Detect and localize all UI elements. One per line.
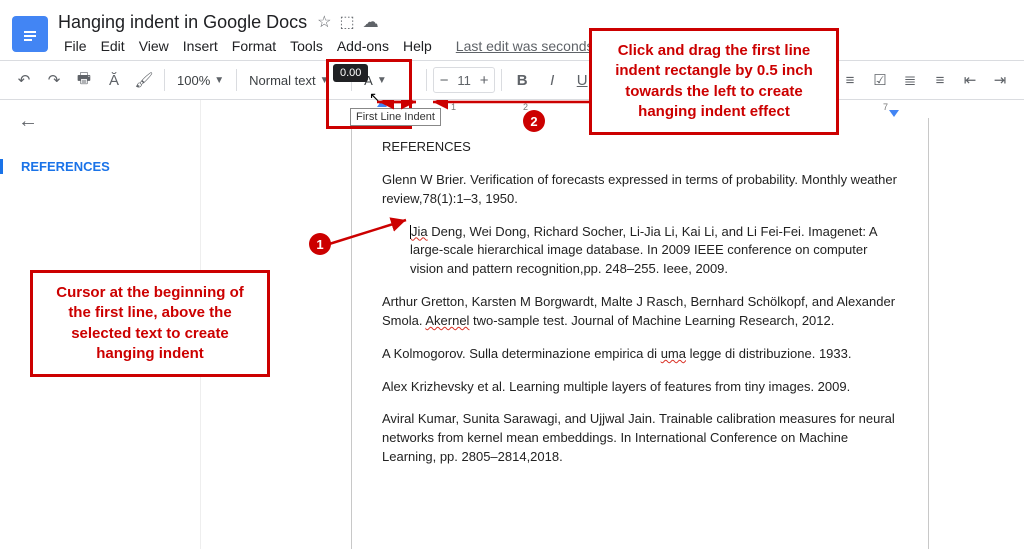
mouse-cursor-icon: ↖: [369, 89, 381, 106]
checklist-button[interactable]: ☑: [866, 66, 894, 94]
menu-bar: File Edit View Insert Format Tools Add-o…: [58, 35, 627, 57]
bulleted-list-button[interactable]: ≣: [896, 66, 924, 94]
annotation-callout-2: Click and drag the first line indent rec…: [589, 28, 839, 135]
print-button[interactable]: 🖶: [70, 66, 98, 94]
menu-file[interactable]: File: [58, 35, 93, 57]
undo-button[interactable]: ↶: [10, 66, 38, 94]
menu-edit[interactable]: Edit: [95, 35, 131, 57]
cloud-icon[interactable]: ☁: [363, 12, 379, 32]
reference-entry: Alex Krizhevsky et al. Learning multiple…: [382, 378, 902, 397]
reference-entry: Arthur Gretton, Karsten M Borgwardt, Mal…: [382, 293, 902, 331]
line-spacing-button[interactable]: ≡: [836, 66, 864, 94]
outline-item-references[interactable]: REFERENCES: [0, 159, 200, 174]
numbered-list-button[interactable]: ≡: [926, 66, 954, 94]
italic-button[interactable]: I: [538, 66, 566, 94]
first-line-indent-tooltip: First Line Indent: [350, 108, 441, 126]
font-size-decrease-button[interactable]: −: [434, 66, 454, 94]
menu-help[interactable]: Help: [397, 35, 438, 57]
menu-format[interactable]: Format: [226, 35, 282, 57]
menu-view[interactable]: View: [133, 35, 175, 57]
increase-indent-button[interactable]: ⇥: [986, 66, 1014, 94]
outline-back-button[interactable]: ←: [18, 110, 200, 133]
toolbar: ↶ ↷ 🖶 Ӑ 🖌 100%▼ Normal text▼ A▼ − 11 + B…: [0, 60, 1024, 100]
annotation-callout-1: Cursor at the beginning of the first lin…: [30, 270, 270, 377]
ruler-mark-1: 1: [451, 102, 456, 112]
reference-entry: A Kolmogorov. Sulla determinazione empir…: [382, 345, 902, 364]
reference-entry: Aviral Kumar, Sunita Sarawagi, and Ujjwa…: [382, 410, 902, 467]
reference-entry: Glenn W Brier. Verification of forecasts…: [382, 171, 902, 209]
zoom-dropdown[interactable]: 100%▼: [171, 66, 230, 94]
docs-logo-icon[interactable]: [12, 16, 48, 52]
menu-addons[interactable]: Add-ons: [331, 35, 395, 57]
move-icon[interactable]: ⬚: [340, 12, 355, 32]
decrease-indent-button[interactable]: ⇤: [956, 66, 984, 94]
menu-tools[interactable]: Tools: [284, 35, 329, 57]
indent-value-tooltip: 0.00: [333, 64, 368, 82]
annotation-badge-1: 1: [309, 233, 331, 255]
ruler-mark-2: 2: [523, 102, 528, 112]
document-canvas[interactable]: REFERENCES Glenn W Brier. Verification o…: [351, 118, 929, 549]
document-title[interactable]: Hanging indent in Google Docs: [58, 12, 307, 33]
redo-button[interactable]: ↷: [40, 66, 68, 94]
right-indent-marker[interactable]: [889, 110, 899, 117]
paint-format-button[interactable]: 🖌: [130, 66, 158, 94]
font-size-input[interactable]: 11: [454, 73, 474, 88]
doc-heading: REFERENCES: [382, 138, 902, 157]
star-icon[interactable]: ☆: [317, 12, 331, 32]
bold-button[interactable]: B: [508, 66, 536, 94]
font-size-increase-button[interactable]: +: [474, 66, 494, 94]
ruler-mark-7: 7: [883, 102, 888, 112]
reference-entry-selected: Jia Deng, Wei Dong, Richard Socher, Li-J…: [382, 223, 902, 280]
spellcheck-button[interactable]: Ӑ: [100, 66, 128, 94]
menu-insert[interactable]: Insert: [177, 35, 224, 57]
annotation-badge-2: 2: [523, 110, 545, 132]
